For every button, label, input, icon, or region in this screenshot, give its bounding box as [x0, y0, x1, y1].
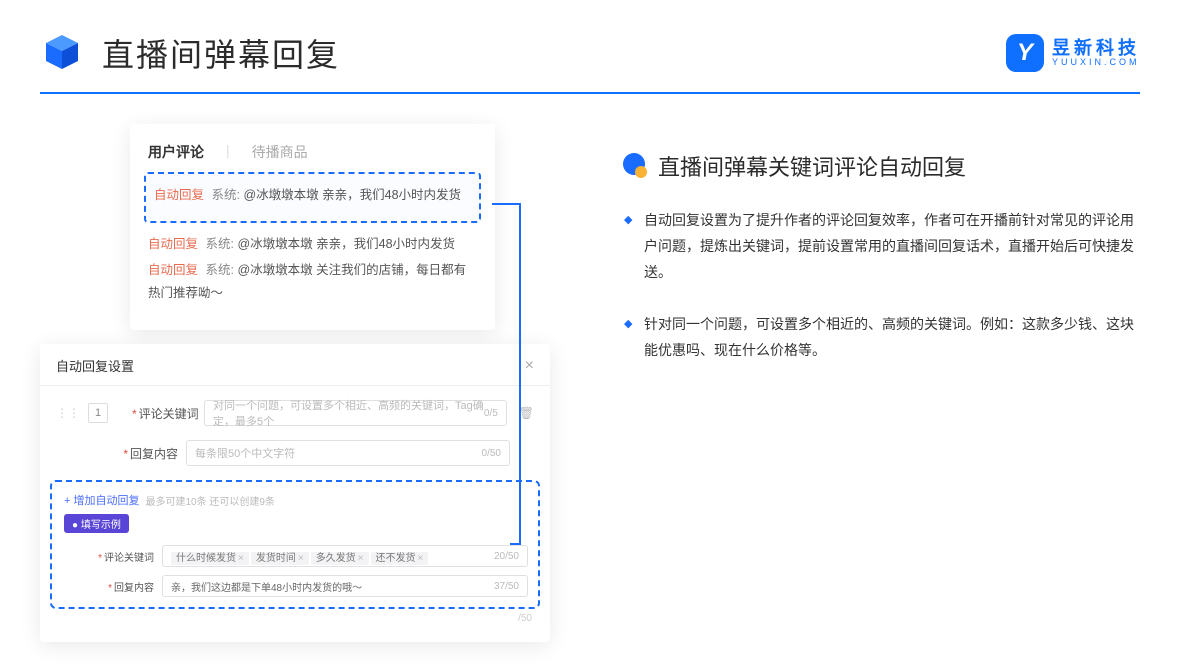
keyword-label: *评论关键词 — [132, 405, 196, 422]
comments-tabs: 用户评论 | 待播商品 — [148, 142, 477, 162]
keyword-tag[interactable]: 多久发货× — [311, 552, 369, 565]
content-label: *回复内容 — [114, 445, 178, 462]
comment-row: 自动回复 系统: @冰墩墩本墩 亲亲，我们48小时内发货 — [154, 184, 471, 207]
settings-title: 自动回复设置 — [56, 356, 134, 375]
example-highlight: + 增加自动回复 最多可建10条 还可以创建9条 ● 填写示例 *评论关键词 什… — [50, 480, 540, 609]
bullet-item: 自动回复设置为了提升作者的评论回复效率，作者可在开播前针对常见的评论用户问题，提… — [620, 208, 1140, 286]
example-keyword-input[interactable]: 什么时候发货×发货时间×多久发货×还不发货× 20/50 — [162, 545, 528, 567]
content-input[interactable]: 每条限50个中文字符 0/50 — [186, 440, 510, 466]
example-content-row: *回复内容 亲，我们这边都是下单48小时内发货的哦～ 37/50 — [58, 575, 532, 597]
settings-header: 自动回复设置 × — [40, 356, 550, 386]
close-icon[interactable]: × — [525, 357, 534, 375]
section-title: 直播间弹幕关键词评论自动回复 — [658, 150, 966, 182]
keyword-tag[interactable]: 什么时候发货× — [171, 552, 249, 565]
right-column: 直播间弹幕关键词评论自动回复 自动回复设置为了提升作者的评论回复效率，作者可在开… — [620, 124, 1140, 604]
page-title: 直播间弹幕回复 — [102, 30, 340, 76]
cube-icon — [40, 31, 84, 75]
section-head: 直播间弹幕关键词评论自动回复 — [620, 150, 1140, 182]
highlighted-comment: 自动回复 系统: @冰墩墩本墩 亲亲，我们48小时内发货 — [144, 172, 481, 223]
add-hint: 最多可建10条 还可以创建9条 — [145, 493, 274, 508]
tab-user-comments[interactable]: 用户评论 — [148, 142, 204, 162]
page-header: 直播间弹幕回复 Y 昱新科技 YUUXIN.COM — [0, 0, 1180, 76]
row-number: 1 — [88, 403, 108, 423]
brand-name: 昱新科技 — [1052, 39, 1140, 58]
delete-icon[interactable]: 🗑 — [519, 406, 534, 420]
bullet-item: 针对同一个问题，可设置多个相近的、高频的关键词。例如：这款多少钱、这块能优惠吗、… — [620, 312, 1140, 364]
auto-reply-tag: 自动回复 — [154, 188, 204, 202]
comments-card: 用户评论 | 待播商品 自动回复 系统: @冰墩墩本墩 亲亲，我们48小时内发货… — [130, 124, 495, 330]
keyword-tag[interactable]: 还不发货× — [371, 552, 429, 565]
keyword-tag[interactable]: 发货时间× — [251, 552, 309, 565]
scroll-hint: /50 — [40, 613, 532, 624]
brand: Y 昱新科技 YUUXIN.COM — [1006, 34, 1140, 72]
example-keyword-row: *评论关键词 什么时候发货×发货时间×多久发货×还不发货× 20/50 — [58, 545, 532, 567]
header-left: 直播间弹幕回复 — [40, 30, 340, 76]
bullet-list: 自动回复设置为了提升作者的评论回复效率，作者可在开播前针对常见的评论用户问题，提… — [620, 208, 1140, 363]
chat-bubble-icon — [620, 152, 648, 180]
tab-pending-goods[interactable]: 待播商品 — [252, 142, 308, 162]
brand-sub: YUUXIN.COM — [1052, 58, 1140, 67]
example-badge: ● 填写示例 — [64, 514, 129, 533]
comment-row: 自动回复 系统: @冰墩墩本墩 关注我们的店铺，每日都有热门推荐呦～ — [148, 259, 477, 304]
comment-text: @冰墩墩本墩 亲亲，我们48小时内发货 — [243, 188, 461, 202]
keyword-input[interactable]: 对同一个问题，可设置多个相近、高频的关键词，Tag确定，最多5个 0/5 — [204, 400, 507, 426]
content-row: *回复内容 每条限50个中文字符 0/50 — [40, 440, 550, 466]
left-column: 用户评论 | 待播商品 自动回复 系统: @冰墩墩本墩 亲亲，我们48小时内发货… — [40, 124, 580, 604]
comment-row: 自动回复 系统: @冰墩墩本墩 亲亲，我们48小时内发货 — [148, 233, 477, 256]
system-label: 系统: — [212, 188, 240, 202]
example-content-input[interactable]: 亲，我们这边都是下单48小时内发货的哦～ 37/50 — [162, 575, 528, 597]
add-auto-reply-link[interactable]: + 增加自动回复 — [64, 492, 139, 508]
settings-card: 自动回复设置 × ⋮⋮ 1 *评论关键词 对同一个问题，可设置多个相近、高频的关… — [40, 344, 550, 642]
keyword-row: ⋮⋮ 1 *评论关键词 对同一个问题，可设置多个相近、高频的关键词，Tag确定，… — [40, 400, 550, 426]
brand-logo-icon: Y — [1006, 34, 1044, 72]
